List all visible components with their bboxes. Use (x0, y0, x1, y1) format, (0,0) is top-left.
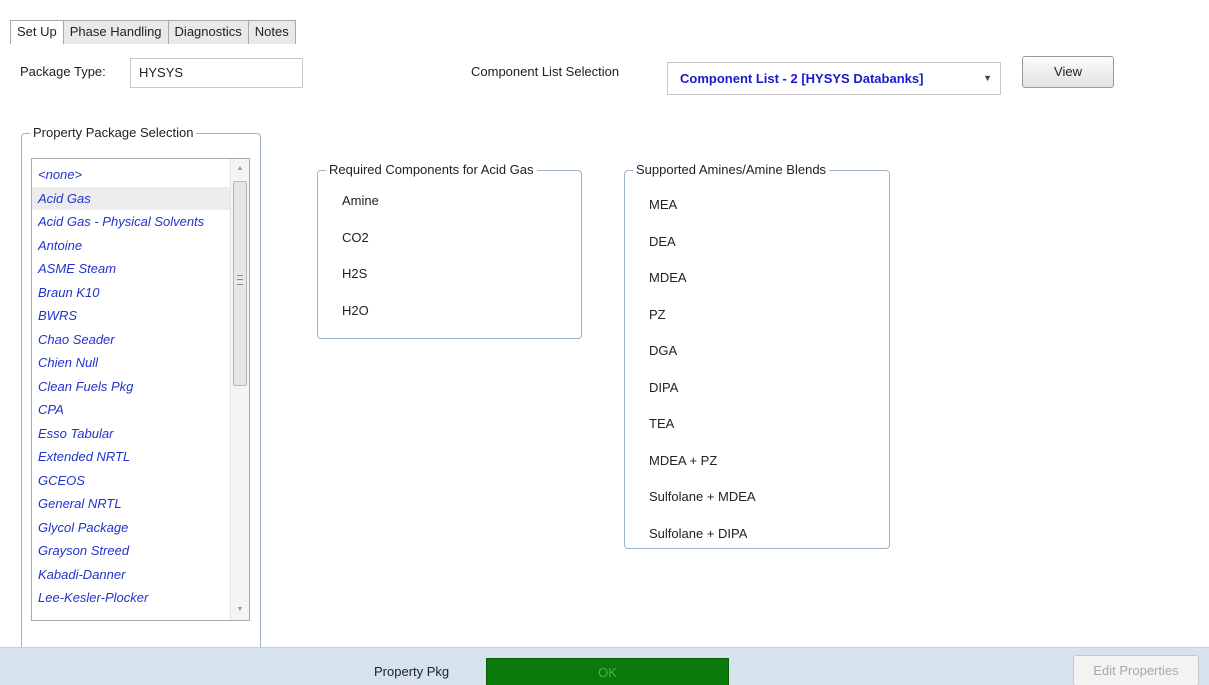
list-item: DEA (649, 233, 676, 249)
list-item[interactable]: Clean Fuels Pkg (32, 375, 230, 399)
list-item[interactable]: Esso Tabular (32, 422, 230, 446)
list-item: H2S (342, 266, 368, 281)
list-item: PZ (649, 306, 666, 322)
required-components-group: Required Components for Acid Gas Amine CO… (317, 162, 582, 339)
scroll-thumb[interactable] (233, 181, 247, 386)
list-item[interactable]: Kabadi-Danner (32, 563, 230, 587)
supported-amines-title: Supported Amines/Amine Blends (633, 162, 830, 178)
list-item: DGA (649, 343, 678, 358)
list-item[interactable]: Acid Gas (32, 186, 230, 210)
tabs: Set Up Phase Handling Diagnostics Notes (10, 20, 296, 45)
tab-bar: Set Up Phase Handling Diagnostics Notes (0, 0, 1209, 45)
list-item[interactable]: Antoine (32, 234, 230, 258)
property-package-items: <none> Acid Gas Acid Gas - Physical Solven… (32, 163, 230, 610)
component-list-selected: Component List - 2 [HYSYS Databanks] (680, 71, 924, 86)
component-list-select[interactable]: Component List - 2 [HYSYS Databanks] ▼ (667, 62, 1001, 95)
package-type-field[interactable]: HYSYS (130, 58, 303, 88)
package-type-label: Package Type: (20, 64, 106, 79)
list-item[interactable]: Glycol Package (32, 516, 230, 540)
list-item: MDEA (649, 270, 687, 285)
list-item: Sulfolane + MDEA (649, 489, 756, 504)
list-item[interactable]: Braun K10 (32, 281, 230, 305)
view-button[interactable]: View (1022, 56, 1114, 88)
list-item[interactable]: Chien Null (32, 351, 230, 375)
list-item: Sulfolane + DIPA (649, 525, 748, 541)
list-item[interactable]: BWRS (32, 304, 230, 328)
component-list-label: Component List Selection (471, 64, 620, 79)
property-package-group-title: Property Package Selection (30, 125, 197, 141)
property-pkg-label: Property Pkg (374, 664, 450, 679)
grip-icon (237, 275, 243, 285)
chevron-down-icon: ▼ (983, 73, 992, 83)
status-indicator: OK (486, 658, 729, 685)
scroll-up-icon[interactable]: ▲ (231, 161, 249, 177)
list-item: Amine (342, 193, 379, 208)
list-item[interactable]: Extended NRTL (32, 445, 230, 469)
list-item: CO2 (342, 229, 369, 245)
list-item[interactable]: ASME Steam (32, 257, 230, 281)
list-item: MEA (649, 197, 678, 212)
property-package-list[interactable]: <none> Acid Gas Acid Gas - Physical Solven… (31, 158, 250, 621)
tab-set-up[interactable]: Set Up (10, 20, 64, 45)
list-item[interactable]: GCEOS (32, 469, 230, 493)
tab-notes[interactable]: Notes (247, 20, 296, 44)
list-item[interactable]: Chao Seader (32, 328, 230, 352)
footer-bar: Property Pkg OK Edit Properties (0, 647, 1209, 685)
list-item[interactable]: General NRTL (32, 492, 230, 516)
list-item: DIPA (649, 379, 679, 395)
list-item: TEA (649, 416, 675, 431)
tab-phase-handling[interactable]: Phase Handling (62, 20, 169, 44)
list-item[interactable]: <none> (32, 163, 230, 187)
list-item[interactable]: Lee-Kesler-Plocker (32, 586, 230, 610)
list-scrollbar[interactable]: ▲ ▼ (230, 159, 249, 620)
list-item[interactable]: Acid Gas - Physical Solvents (32, 210, 230, 234)
edit-properties-button[interactable]: Edit Properties (1073, 655, 1199, 685)
tab-diagnostics[interactable]: Diagnostics (167, 20, 249, 44)
list-item: H2O (342, 302, 369, 318)
scroll-down-icon[interactable]: ▼ (231, 602, 249, 618)
list-item: MDEA + PZ (649, 452, 718, 468)
required-components-title: Required Components for Acid Gas (326, 162, 537, 178)
supported-amines-group: Supported Amines/Amine Blends MEA DEA MDEA… (624, 162, 890, 549)
list-item[interactable]: Grayson Streed (32, 539, 230, 563)
list-item[interactable]: CPA (32, 398, 230, 422)
